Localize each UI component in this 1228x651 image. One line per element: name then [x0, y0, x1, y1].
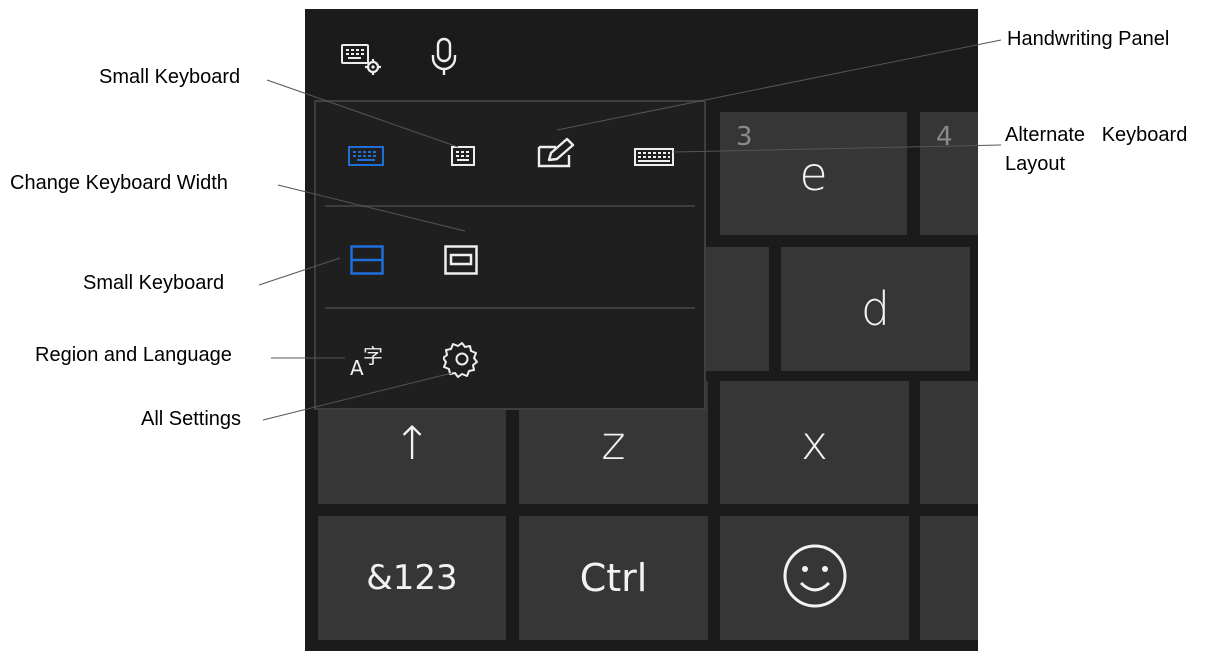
ctrl-key-label: Ctrl — [579, 556, 648, 600]
flyout-divider — [325, 307, 695, 309]
key-z-letter: z — [601, 415, 626, 470]
callout-alternate-line2: Layout — [1005, 153, 1066, 175]
full-keyboard-icon[interactable] — [634, 148, 674, 171]
default-keyboard-icon[interactable] — [348, 146, 384, 171]
key-e[interactable]: 3 e — [720, 112, 907, 235]
language-cjk-glyph: 字 — [363, 344, 383, 368]
key-r-number: 4 — [936, 122, 953, 152]
callout-change-width: Change Keyboard Width — [10, 172, 228, 194]
smiley-icon — [782, 543, 848, 613]
callout-alternate-line1: Alternate Keyboard — [1005, 124, 1188, 146]
callout-region-language: Region and Language — [35, 344, 232, 366]
callout-small-keyboard-top: Small Keyboard — [99, 66, 241, 88]
language-latin-glyph: A — [350, 356, 364, 380]
callout-small-keyboard-mid: Small Keyboard — [83, 272, 225, 294]
callout-handwriting: Handwriting Panel — [1007, 28, 1170, 50]
touch-keyboard: 3 e 4 d ↑ z x &123 Ctrl A 字 — [305, 9, 978, 651]
undocked-keyboard-icon[interactable] — [444, 245, 478, 280]
ctrl-key[interactable]: Ctrl — [519, 516, 708, 640]
callout-all-settings: All Settings — [141, 408, 242, 430]
key-x[interactable]: x — [720, 381, 909, 504]
key-s-partial[interactable] — [701, 247, 769, 371]
shift-arrow-icon: ↑ — [392, 415, 432, 470]
key-d[interactable]: d — [781, 247, 970, 371]
key-x-letter: x — [800, 415, 829, 470]
small-keyboard-icon[interactable] — [451, 146, 475, 171]
gear-icon[interactable] — [442, 340, 481, 383]
region-language-icon[interactable]: A 字 — [350, 340, 390, 380]
docked-keyboard-icon[interactable] — [350, 245, 384, 280]
emoji-key[interactable] — [720, 516, 909, 640]
key-c-partial[interactable] — [920, 381, 978, 504]
key-e-letter: e — [799, 146, 828, 201]
key-r-partial[interactable]: 4 — [920, 112, 978, 235]
keyboard-settings-icon[interactable] — [341, 42, 383, 81]
key-d-letter: d — [860, 282, 891, 336]
microphone-icon[interactable] — [429, 37, 459, 82]
flyout-divider — [325, 205, 695, 207]
keyboard-options-flyout: A 字 — [314, 100, 706, 410]
handwriting-pen-icon[interactable] — [536, 137, 576, 174]
symbols-key-label: &123 — [366, 558, 458, 598]
symbols-key[interactable]: &123 — [318, 516, 506, 640]
space-key-partial[interactable] — [920, 516, 978, 640]
key-e-number: 3 — [736, 122, 753, 152]
